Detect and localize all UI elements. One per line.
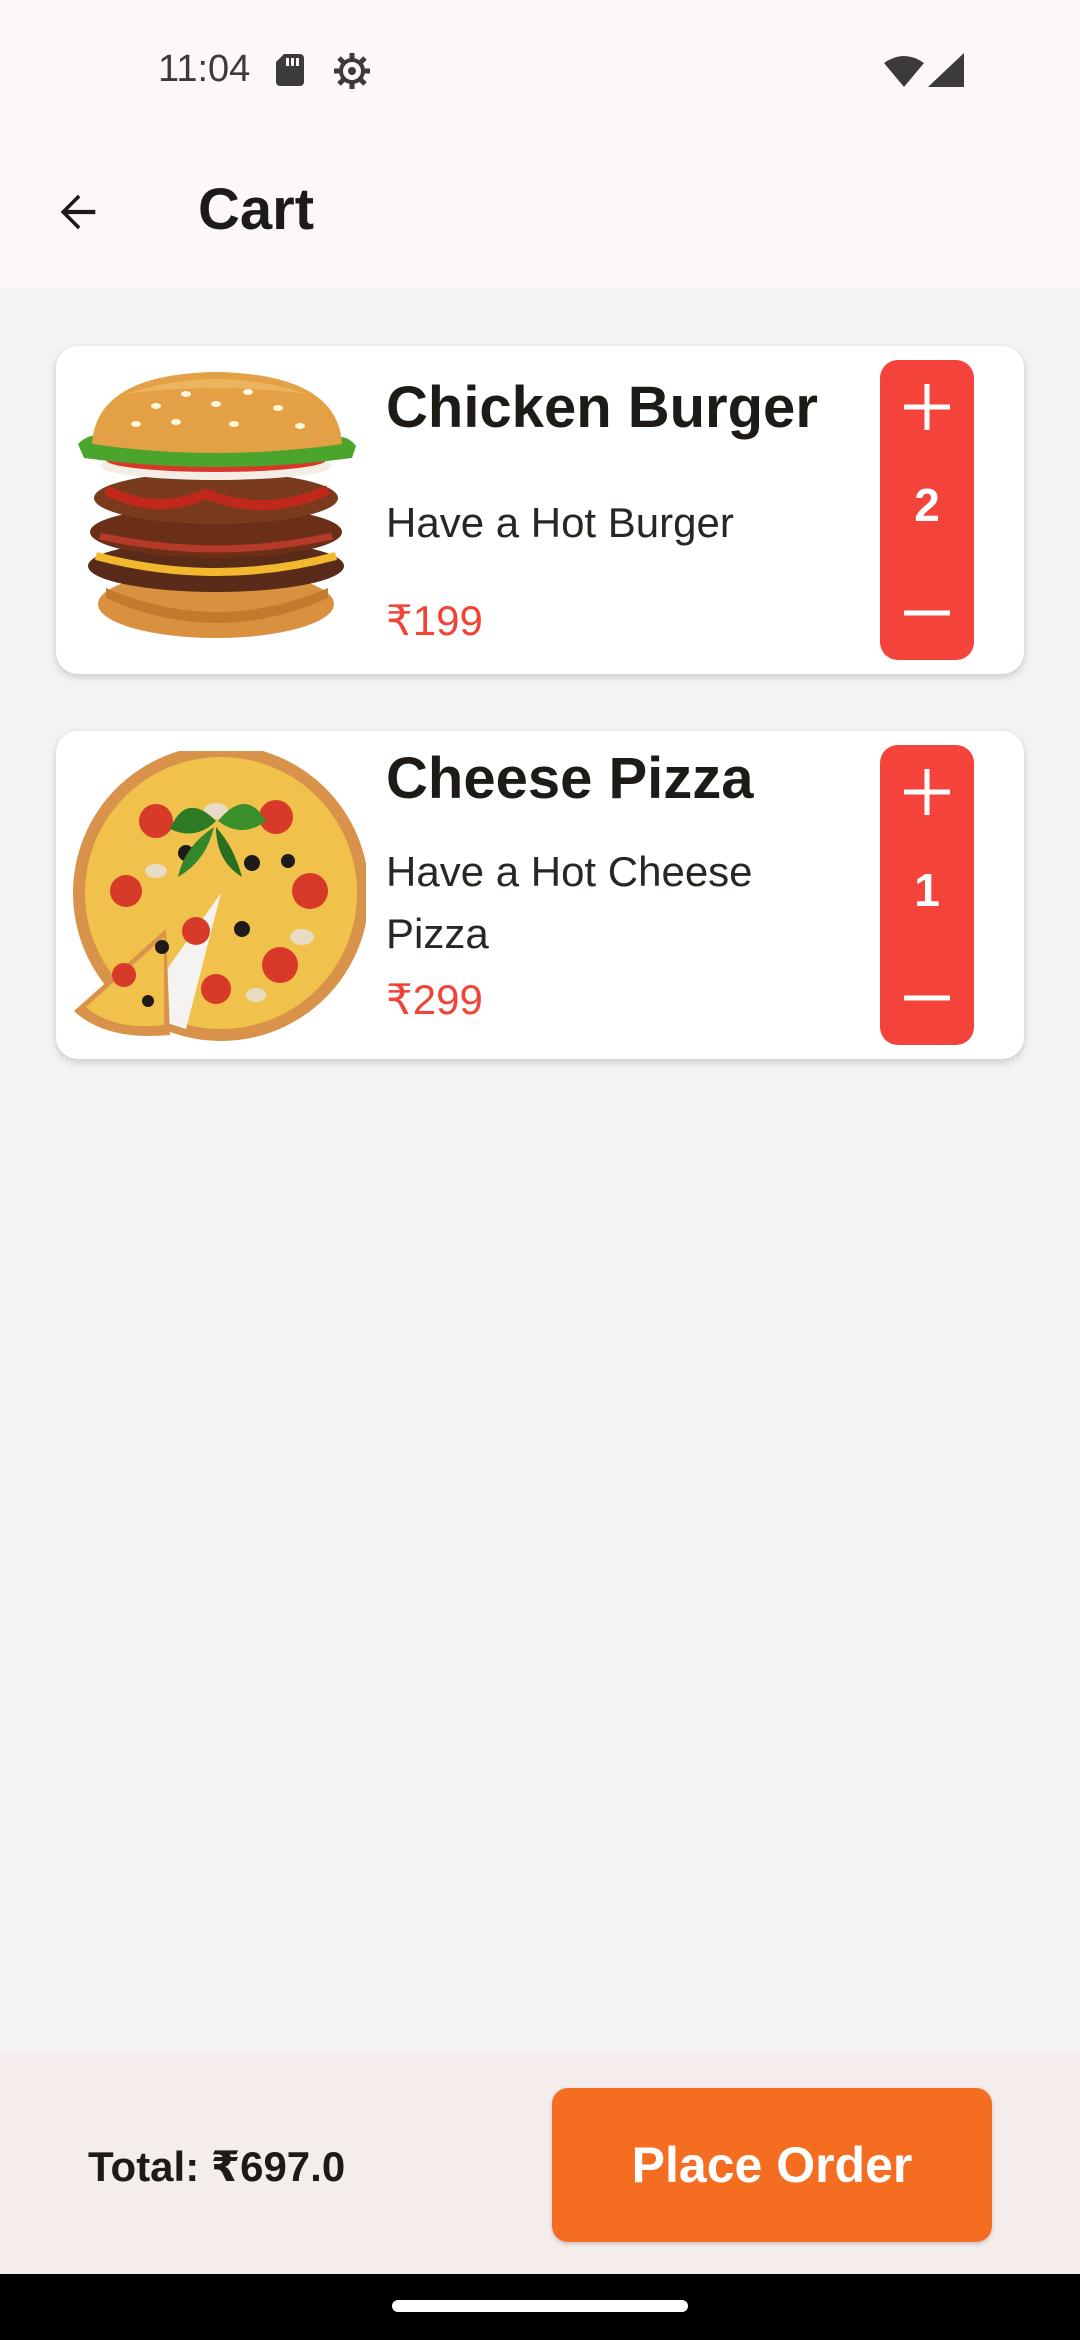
plus-icon [904, 384, 950, 430]
cart-item-card: Cheese Pizza Have a Hot Cheese Pizza ₹29… [56, 731, 1024, 1059]
quantity-value: 2 [914, 479, 940, 531]
home-indicator[interactable] [392, 2300, 688, 2312]
burger-image [78, 372, 356, 638]
decrease-quantity-button[interactable] [880, 951, 974, 1045]
status-bar: 11:04 [0, 0, 1080, 140]
minus-icon [904, 610, 950, 616]
item-name: Chicken Burger [386, 375, 818, 440]
cart-item-card: Chicken Burger Have a Hot Burger ₹199 2 [56, 346, 1024, 674]
page-title: Cart [198, 177, 315, 242]
item-name: Cheese Pizza [386, 746, 754, 811]
pizza-image [73, 751, 366, 1041]
place-order-button[interactable]: Place Order [552, 2088, 992, 2242]
quantity-stepper: 1 [880, 745, 974, 1045]
cellular-signal-icon [928, 53, 964, 87]
back-button[interactable] [36, 170, 120, 254]
quantity-value: 1 [914, 864, 940, 916]
increase-quantity-button[interactable] [880, 360, 974, 454]
sd-card-icon [276, 54, 304, 86]
item-description: Have a Hot Cheese Pizza [386, 848, 753, 957]
plus-icon [904, 769, 950, 815]
gear-icon [334, 53, 370, 89]
order-total: Total: ₹697.0 [88, 2143, 346, 2190]
quantity-stepper: 2 [880, 360, 974, 660]
wifi-icon [884, 56, 924, 87]
item-price: ₹199 [386, 597, 483, 644]
item-description: Have a Hot Burger [386, 499, 734, 546]
checkout-bar: Total: ₹697.0 Place Order [0, 2054, 1080, 2274]
minus-icon [904, 995, 950, 1001]
system-navigation-bar [0, 2274, 1080, 2340]
cart-screen: 11:04 Cart Chicken Burger Have a Hot Bur… [0, 0, 1080, 2340]
increase-quantity-button[interactable] [880, 745, 974, 839]
status-time: 11:04 [158, 48, 251, 90]
arrow-back-icon [60, 194, 96, 230]
decrease-quantity-button[interactable] [880, 566, 974, 660]
app-bar: Cart [0, 140, 1080, 288]
item-price: ₹299 [386, 976, 483, 1023]
